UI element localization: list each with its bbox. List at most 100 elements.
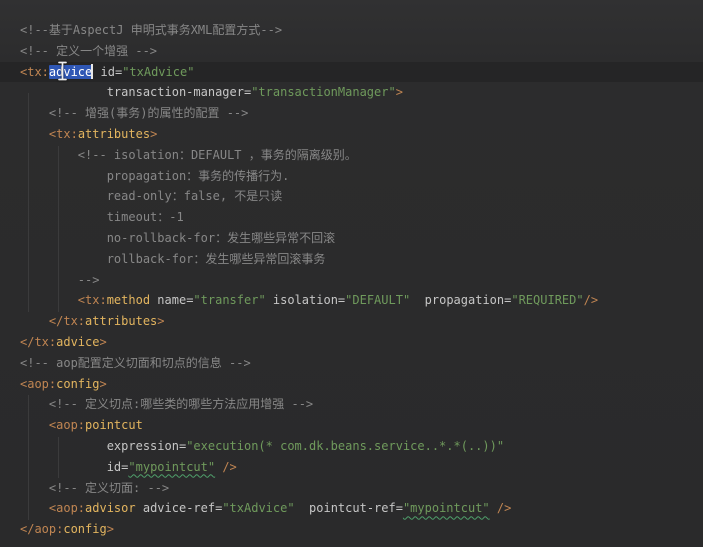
token-comment: <!-- 增强(事务)的属性的配置 --> bbox=[48, 106, 249, 121]
token-attribute-name: pointcut-ref= bbox=[309, 501, 403, 516]
token-tag-name: attributes bbox=[85, 314, 158, 329]
token-attribute-name: isolation= bbox=[272, 293, 346, 308]
token-comment: timeout：-1 bbox=[106, 210, 184, 225]
token-tag-punctuation: <tx: bbox=[48, 126, 78, 141]
code-line[interactable]: <!-- isolation：DEFAULT ，事务的隔离级别。 bbox=[20, 145, 703, 166]
code-line[interactable]: </tx:attributes> bbox=[20, 311, 703, 332]
token-tag-name: pointcut bbox=[85, 418, 143, 433]
code-line[interactable]: id="mypointcut" /> bbox=[20, 457, 703, 478]
code-line[interactable]: </tx:advice> bbox=[20, 332, 703, 353]
token-comment: rollback-for：发生哪些异常回滚事务 bbox=[106, 251, 326, 266]
token-attribute-name: name= bbox=[157, 293, 194, 308]
token-attribute-value: "execution(* com.dk.beans.service..*.*(.… bbox=[186, 438, 505, 453]
token-tag-punctuation: <tx: bbox=[77, 293, 107, 308]
token-tag-name: method bbox=[106, 293, 151, 308]
token-tag-punctuation: > bbox=[99, 376, 107, 391]
token-attribute-name: id= bbox=[106, 459, 129, 474]
code-line[interactable]: <aop:pointcut bbox=[20, 415, 703, 436]
token-attribute-name: propagation= bbox=[424, 293, 512, 308]
token-tag-punctuation: > bbox=[99, 334, 107, 349]
code-line[interactable]: <!-- aop配置定义切面和切点的信息 --> bbox=[20, 353, 703, 374]
token-comment: <!-- 定义一个增强 --> bbox=[20, 43, 158, 58]
token-attribute-value: "transactionManager" bbox=[251, 85, 396, 100]
code-line[interactable]: read-only：false, 不是只读 bbox=[20, 186, 703, 207]
code-line[interactable]: <tx:advice id="txAdvice" bbox=[20, 62, 703, 83]
code-line[interactable]: <!--基于AspectJ 申明式事务XML配置方式--> bbox=[20, 20, 703, 41]
token-attribute-name: id= bbox=[100, 64, 123, 79]
token-comment: no-rollback-for：发生哪些异常不回滚 bbox=[106, 230, 336, 245]
token-tag-punctuation: </aop: bbox=[20, 522, 64, 537]
token-tag-punctuation: > bbox=[157, 314, 165, 329]
ibeam-cursor-icon bbox=[58, 61, 67, 81]
code-line[interactable]: expression="execution(* com.dk.beans.ser… bbox=[20, 436, 703, 457]
code-line[interactable]: <aop:config> bbox=[20, 374, 703, 395]
token-tag-punctuation: /> bbox=[222, 459, 237, 474]
token-tag-punctuation: </tx: bbox=[20, 334, 57, 349]
code-line[interactable]: transaction-manager="transactionManager"… bbox=[20, 82, 703, 103]
token-tag-punctuation: > bbox=[106, 522, 114, 537]
code-line[interactable]: <!-- 定义一个增强 --> bbox=[20, 41, 703, 62]
token-tag-name: attributes bbox=[77, 126, 151, 141]
token-attribute-name: advice-ref= bbox=[142, 501, 223, 516]
code-line[interactable]: --> bbox=[20, 270, 703, 291]
token-attribute-name: expression= bbox=[106, 438, 187, 453]
code-line[interactable]: no-rollback-for：发生哪些异常不回滚 bbox=[20, 228, 703, 249]
code-line[interactable]: <tx:method name="transfer" isolation="DE… bbox=[20, 290, 703, 311]
token-tag-punctuation: <aop: bbox=[48, 501, 86, 516]
token-attribute-value-typo: "mypointcut" bbox=[402, 501, 490, 516]
token-attribute-value: "txAdvice" bbox=[122, 64, 195, 79]
code-line[interactable]: propagation：事务的传播行为. bbox=[20, 166, 703, 187]
token-attribute-value-typo: "mypointcut" bbox=[128, 459, 216, 474]
token-attribute-name: transaction-manager= bbox=[106, 85, 252, 100]
code-line[interactable]: <tx:attributes> bbox=[20, 124, 703, 145]
token-tag-punctuation: <tx: bbox=[20, 64, 49, 79]
token-comment: <!--基于AspectJ 申明式事务XML配置方式--> bbox=[20, 23, 283, 37]
code-line[interactable]: timeout：-1 bbox=[20, 207, 703, 228]
token-tag-punctuation: /> bbox=[583, 293, 599, 308]
token-comment: --> bbox=[77, 272, 100, 287]
token-tag-name: advisor bbox=[85, 501, 136, 516]
token-tag-name: config bbox=[63, 522, 107, 537]
token-tag-name: config bbox=[56, 376, 100, 391]
token-attribute-value: "REQUIRED" bbox=[511, 293, 584, 308]
token-tag-punctuation: <aop: bbox=[48, 418, 86, 433]
token-comment: <!-- 定义切面: --> bbox=[48, 480, 170, 495]
token-comment: propagation：事务的传播行为. bbox=[106, 168, 290, 183]
code-editor[interactable]: <!--基于AspectJ 申明式事务XML配置方式--> <!-- 定义一个增强… bbox=[0, 0, 703, 547]
code-line[interactable]: <!-- 增强(事务)的属性的配置 --> bbox=[20, 103, 703, 124]
code-line[interactable]: <!-- 定义切点:哪些类的哪些方法应用增强 --> bbox=[20, 394, 703, 415]
token-attribute-value: "txAdvice" bbox=[222, 501, 295, 516]
code-area[interactable]: <!--基于AspectJ 申明式事务XML配置方式--> <!-- 定义一个增强… bbox=[20, 20, 703, 540]
token-tag-punctuation: > bbox=[395, 85, 403, 100]
token-attribute-value: "transfer" bbox=[193, 293, 266, 308]
token-tag-name: advice bbox=[56, 334, 100, 349]
code-line[interactable]: rollback-for：发生哪些异常回滚事务 bbox=[20, 249, 703, 270]
code-line[interactable]: <aop:advisor advice-ref="txAdvice" point… bbox=[20, 498, 703, 519]
code-line[interactable]: <!-- 定义切面: --> bbox=[20, 478, 703, 499]
code-line[interactable]: </aop:config> bbox=[20, 519, 703, 540]
